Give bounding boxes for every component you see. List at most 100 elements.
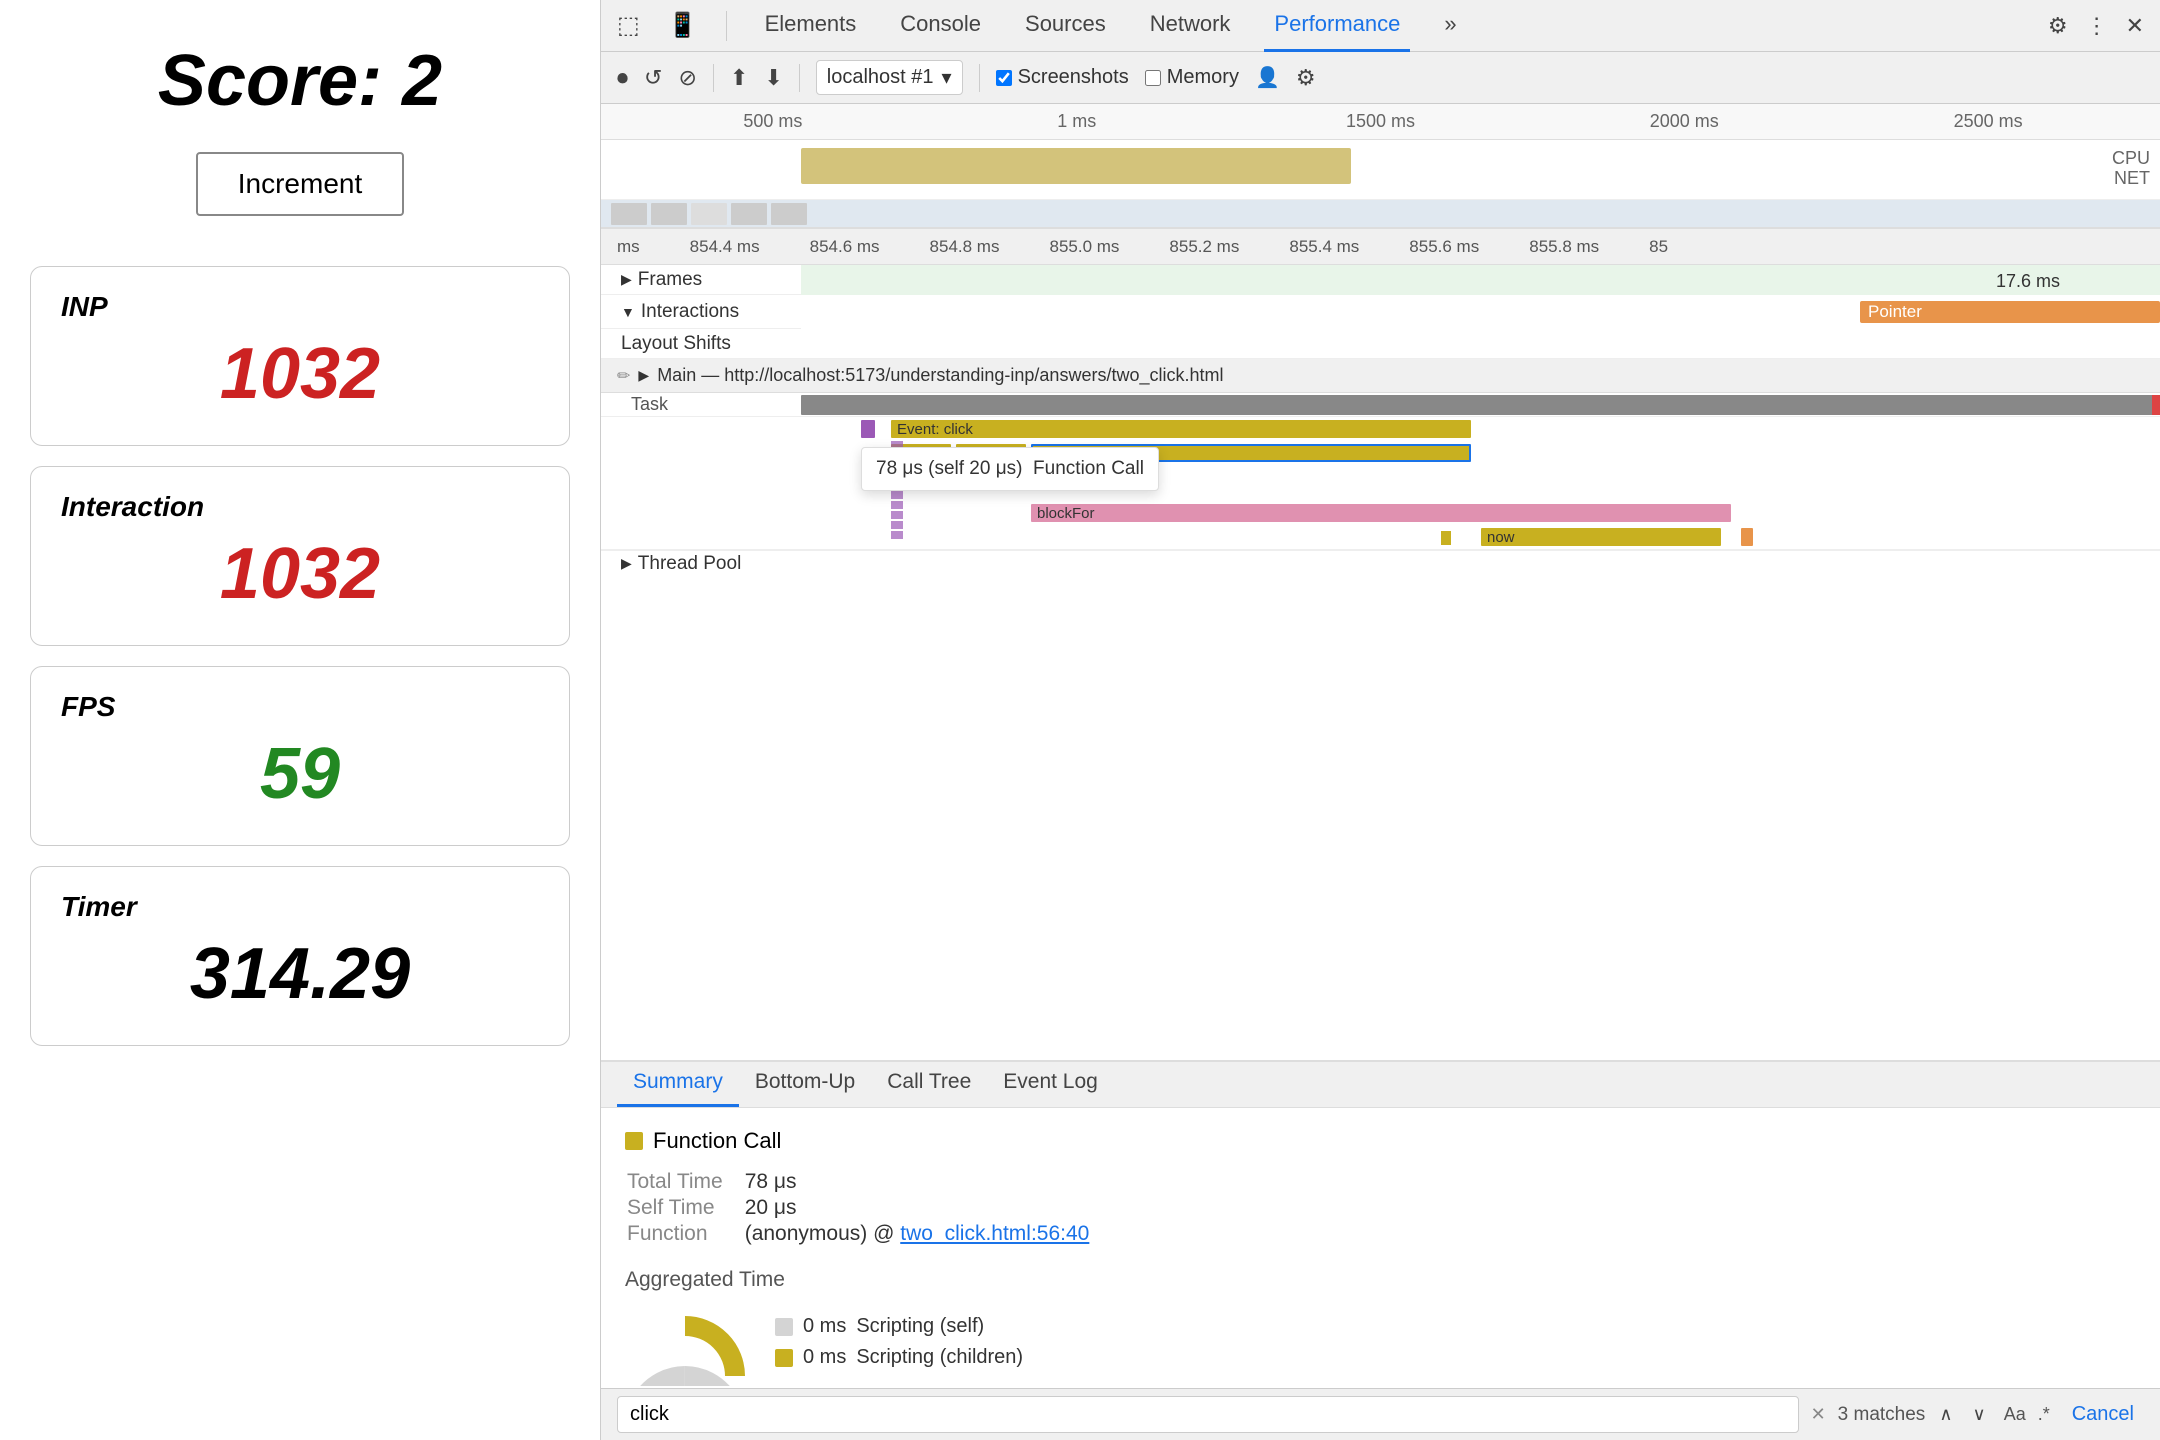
person-icon[interactable]: 👤 [1255,65,1280,90]
task-track-row: Task [601,393,2160,417]
inspect-icon[interactable]: ⬚ [617,11,640,40]
interactions-track-row: ▼ Interactions Pointer [601,295,2160,329]
interactions-triangle[interactable]: ▼ [621,304,635,320]
total-time-label: Total Time [627,1170,743,1194]
screenshot-strip [601,200,2160,228]
tick-1000: 1 ms [925,111,1229,132]
summary-tab[interactable]: Summary [617,1060,739,1107]
memory-checkbox[interactable] [1145,70,1161,86]
next-match-button[interactable]: ∨ [1967,1400,1992,1429]
regex-button[interactable]: .* [2038,1404,2050,1425]
prev-match-button[interactable]: ∧ [1933,1400,1958,1429]
now-area: now [801,525,2160,549]
tab-elements[interactable]: Elements [755,0,867,52]
tab-performance[interactable]: Performance [1264,0,1410,52]
fps-card: FPS 59 [30,666,570,846]
dtick-855_0: 855.0 ms [1049,237,1119,257]
layout-shifts-label-text: Layout Shifts [621,333,731,355]
search-input[interactable] [617,1396,1799,1433]
event-log-tab[interactable]: Event Log [987,1060,1114,1107]
record-icon[interactable]: ⏺ [617,65,628,91]
agg-value-scripting-self: 0 ms [803,1315,846,1338]
thread-pool-triangle[interactable]: ▶ [621,555,632,572]
url-dropdown-icon: ▾ [942,65,952,90]
screenshots-label: Screenshots [1018,66,1129,89]
agg-color-scripting-self [775,1318,793,1336]
clear-icon[interactable]: ⊘ [678,65,696,91]
frames-triangle[interactable]: ▶ [621,271,632,288]
pointer-bar: Pointer [1860,301,2160,323]
function-value: (anonymous) @ two_click.html:56:40 [745,1222,1090,1246]
match-case-button[interactable]: Aa [2004,1404,2026,1425]
tick-2000: 2000 ms [1532,111,1836,132]
thread-pool-label: ▶ Thread Pool [601,553,801,575]
frames-time-label: 17.6 ms [1996,271,2060,292]
agg-row-scripting-children: 0 ms Scripting (children) [775,1346,1023,1369]
devtools-icon-group: ⚙ ⋮ ✕ [2048,13,2144,39]
tick-500: 500 ms [621,111,925,132]
dtick-855_2: 855.2 ms [1169,237,1239,257]
tab-sources[interactable]: Sources [1015,0,1116,52]
main-triangle[interactable]: ▶ [638,367,649,384]
donut-chart [625,1306,745,1386]
now-label: now [1487,529,1515,546]
screenshots-checkbox-label: Screenshots [996,66,1129,89]
call-tree-tab[interactable]: Call Tree [871,1060,987,1107]
tab-more[interactable]: » [1434,0,1466,52]
function-link[interactable]: two_click.html:56:40 [900,1222,1089,1245]
main-url-row: ✏ ▶ Main — http://localhost:5173/underst… [601,359,2160,393]
device-icon[interactable]: 📱 [668,11,698,40]
memory-checkbox-label: Memory [1145,66,1239,89]
url-text: localhost #1 [827,66,934,89]
blockfor-label: blockFor [1037,505,1095,522]
tab-network[interactable]: Network [1140,0,1241,52]
gear-icon[interactable]: ⚙ [2048,13,2068,39]
agg-value-scripting-children: 0 ms [803,1346,846,1369]
event-click-bar[interactable]: Event: click [891,420,1471,438]
pencil-icon[interactable]: ✏ [617,366,630,386]
upload-icon[interactable]: ⬆ [730,65,748,91]
function-call-row: F.. Ru.. Function Call [601,441,2160,465]
layout-shifts-content [801,331,2160,357]
screenshots-checkbox[interactable] [996,70,1012,86]
memory-label: Memory [1167,66,1239,89]
bottom-panel: Summary Bottom-Up Call Tree Event Log Fu… [601,1060,2160,1440]
separator [726,11,727,41]
devtools-tabbar: ⬚ 📱 Elements Console Sources Network Per… [601,0,2160,52]
close-icon[interactable]: ✕ [2126,13,2144,39]
dtick-855_4: 855.4 ms [1289,237,1359,257]
task-bar-red [2152,395,2160,415]
increment-button[interactable]: Increment [196,152,405,216]
interaction-card: Interaction 1032 [30,466,570,646]
tick-2500: 2500 ms [1836,111,2140,132]
donut-area: 0 ms Scripting (self) 0 ms Scripting (ch… [625,1306,2136,1386]
tooltip: 78 μs (self 20 μs) Function Call [861,447,1159,491]
blockfor-area: blockFor [801,501,2160,525]
settings-perf-icon[interactable]: ⚙ [1296,65,1316,91]
pointer-label-text: Pointer [1868,302,1922,322]
more-icon[interactable]: ⋮ [2086,13,2108,39]
toolbar-separator [713,64,714,92]
bottom-content-area: Function Call Total Time 78 μs Self Time… [601,1108,2160,1388]
tick-1500: 1500 ms [1229,111,1533,132]
search-cancel-button[interactable]: Cancel [2062,1399,2144,1430]
search-clear-button[interactable]: ✕ [1811,1404,1826,1425]
inp-value: 1032 [61,333,539,415]
aggregated-legend: 0 ms Scripting (self) 0 ms Scripting (ch… [775,1315,1023,1377]
tab-console[interactable]: Console [890,0,991,52]
frames-label-text: Frames [638,269,702,291]
now-row: now [601,525,2160,549]
function-call-color-box [625,1132,643,1150]
now-orange-1 [1741,528,1753,546]
reload-icon[interactable]: ↺ [644,65,662,91]
url-selector[interactable]: localhost #1 ▾ [816,60,963,95]
bottom-up-tab[interactable]: Bottom-Up [739,1060,871,1107]
function-row: Function (anonymous) @ two_click.html:56… [627,1222,1089,1246]
download-icon[interactable]: ⬇ [764,65,782,91]
frames-track-content: 17.6 ms [801,265,2160,295]
main-url-text: Main — http://localhost:5173/understandi… [657,365,1223,386]
bottom-tab-bar: Summary Bottom-Up Call Tree Event Log [601,1062,2160,1108]
toolbar-separator-2 [799,64,800,92]
dtick-ms: ms [617,237,640,257]
cpu-yellow-bar [801,148,1351,184]
